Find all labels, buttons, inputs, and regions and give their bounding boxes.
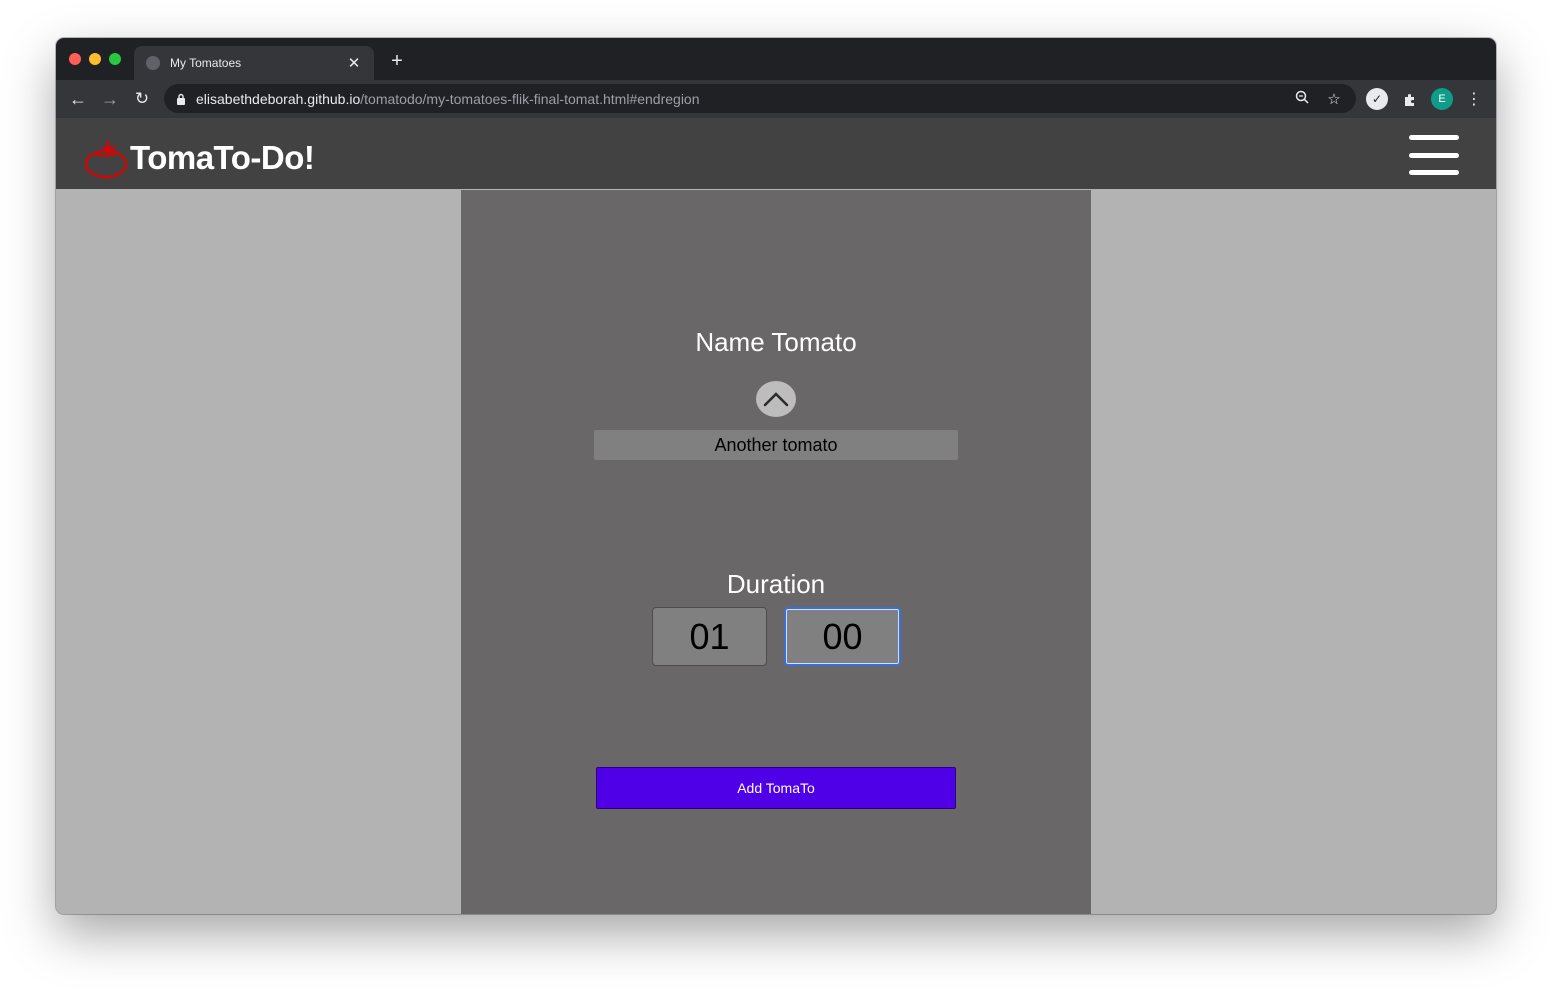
forward-arrow-icon[interactable]: → (98, 87, 122, 111)
app-header: TomaTo-Do! (56, 118, 1496, 189)
hours-input[interactable] (652, 607, 767, 666)
reload-icon[interactable]: ↻ (130, 87, 154, 111)
close-window-button[interactable] (69, 53, 81, 65)
add-tomato-button[interactable]: Add TomaTo (596, 767, 956, 809)
new-tab-button[interactable]: + (386, 50, 408, 72)
menu-bar (1409, 170, 1459, 175)
tab-strip: My Tomatoes ✕ + (56, 38, 1496, 80)
minutes-input[interactable] (784, 607, 901, 666)
browser-toolbar: ← → ↻ elisabethdeborah.github.io/tomatod… (56, 80, 1496, 118)
close-icon[interactable]: ✕ (346, 54, 362, 72)
back-arrow-icon[interactable]: ← (66, 87, 90, 111)
hamburger-menu-icon[interactable] (1409, 135, 1459, 175)
url-host: elisabethdeborah.github.io (196, 90, 361, 107)
url-path: /tomatodo/my-tomatoes-flik-final-tomat.h… (360, 90, 700, 107)
add-tomato-form: Name Tomato Duration Add TomaTo (461, 190, 1091, 914)
browser-menu-icon[interactable]: ⋮ (1463, 88, 1485, 110)
bookmark-star-icon[interactable]: ☆ (1324, 90, 1344, 108)
maximize-window-button[interactable] (109, 53, 121, 65)
check-extension-icon[interactable]: ✓ (1366, 88, 1388, 110)
url-text[interactable]: elisabethdeborah.github.io/tomatodo/my-t… (196, 91, 1280, 107)
tab-title: My Tomatoes (170, 56, 242, 70)
globe-icon (146, 56, 160, 70)
duration-label: Duration (726, 569, 826, 599)
profile-avatar[interactable]: E (1431, 88, 1453, 110)
extensions-puzzle-icon[interactable] (1399, 88, 1421, 110)
lock-icon (176, 93, 186, 105)
zoom-icon[interactable] (1292, 90, 1312, 108)
menu-bar (1409, 135, 1459, 140)
menu-bar (1409, 152, 1459, 158)
tomato-icon (84, 138, 128, 179)
tomato-name-input[interactable] (594, 430, 958, 460)
collapse-button[interactable] (756, 381, 796, 417)
app-title: TomaTo-Do! (130, 139, 315, 176)
browser-tab[interactable]: My Tomatoes ✕ (134, 46, 374, 80)
name-tomato-label: Name Tomato (695, 327, 857, 357)
browser-window: My Tomatoes ✕ + ← → ↻ elisabethdeborah.g… (56, 38, 1496, 914)
minimize-window-button[interactable] (89, 53, 101, 65)
app-logo[interactable]: TomaTo-Do! (84, 136, 315, 180)
address-bar[interactable]: elisabethdeborah.github.io/tomatodo/my-t… (164, 84, 1356, 113)
chevron-up-icon (763, 392, 789, 407)
page-content: TomaTo-Do! Name Tomato Duration Add Toma… (56, 118, 1496, 914)
